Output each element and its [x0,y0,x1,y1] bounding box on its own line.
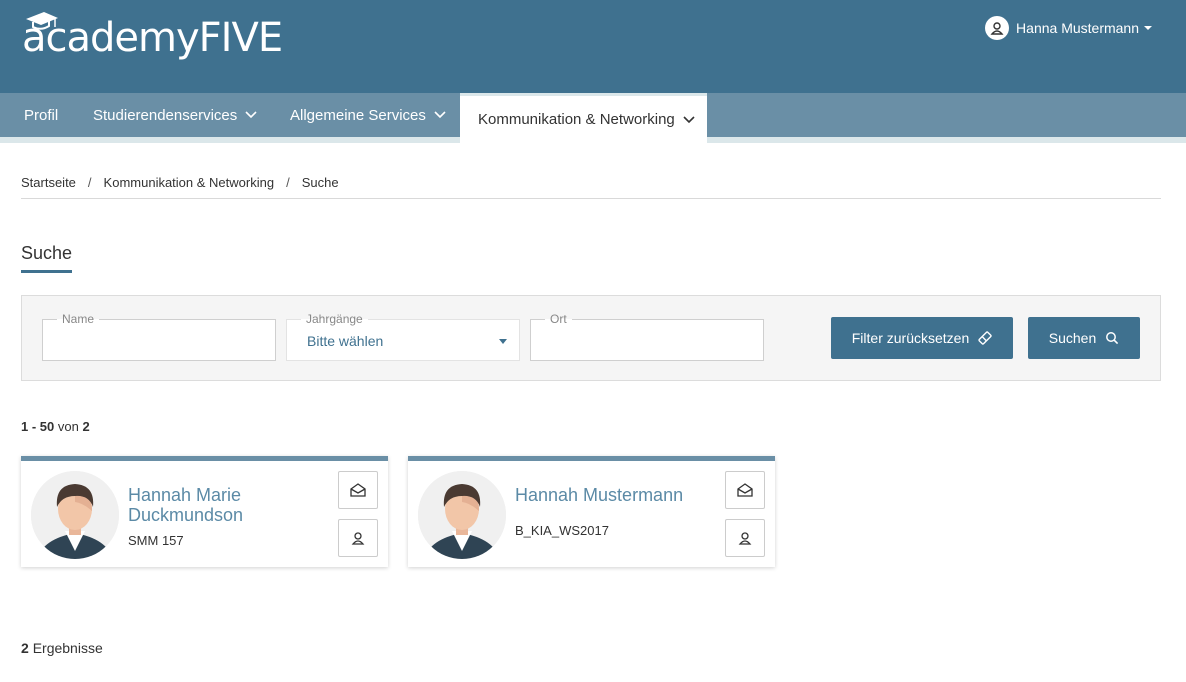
name-field-label: Name [57,312,100,326]
nav-item-label: Studierendenservices [93,106,238,124]
range-value: 1 - 50 [21,419,55,434]
graduation-cap-icon [26,12,58,30]
results-number: 2 [21,640,29,656]
card-name-link[interactable]: Hannah Marie Duckmundson [128,485,338,525]
caret-down-icon [499,339,507,344]
nav-item-label: Profil [24,106,59,124]
card-subtitle: B_KIA_WS2017 [515,523,609,538]
search-icon [1106,332,1119,345]
results-label: Ergebnisse [32,640,103,656]
user-name: Hanna Mustermann [1016,20,1139,36]
ort-field-label: Ort [545,312,572,326]
breadcrumb: Startseite / Kommunikation & Networking … [21,175,339,190]
send-message-button[interactable] [725,471,765,509]
person-avatar-icon [31,471,119,559]
ort-field[interactable]: Ort [530,312,764,361]
chevron-down-icon [434,111,446,119]
card-name-link[interactable]: Hannah Mustermann [515,485,725,505]
nav-item-kommunikation-networking[interactable]: Kommunikation & Networking [460,93,707,143]
chevron-down-icon [683,115,695,123]
ort-input[interactable] [531,320,763,360]
nav-item-studierendenservices[interactable]: Studierendenservices [93,93,257,137]
breadcrumb-divider [21,198,1161,199]
breadcrumb-item-kommunikation[interactable]: Kommunikation & Networking [104,175,275,190]
user-icon [985,16,1010,40]
nav-item-label: Kommunikation & Networking [478,111,675,128]
profile-card: Hannah Marie Duckmundson SMM 157 [21,456,388,567]
logo-text: academyFIVE [22,15,283,61]
search-button-label: Suchen [1048,330,1097,346]
person-avatar-icon [418,471,506,559]
name-input[interactable] [43,320,275,360]
avatar[interactable] [418,471,506,559]
eraser-icon [978,331,992,345]
envelope-open-icon [350,483,366,497]
profile-card: Hannah Mustermann B_KIA_WS2017 [408,456,775,567]
user-icon [738,532,752,545]
nav-item-label: Allgemeine Services [290,106,426,124]
title-underline [21,270,72,273]
card-subtitle: SMM 157 [128,533,184,548]
breadcrumb-item-suche: Suche [301,175,339,190]
range-of-word: von [57,419,79,434]
filter-panel: Name Jahrgänge Bitte wählen Ort Filter z… [21,295,1161,381]
pagination-range: 1 - 50 von 2 [21,419,90,434]
breadcrumb-item-startseite[interactable]: Startseite [21,175,76,190]
logo[interactable]: academyFIVE [22,12,283,64]
user-menu[interactable]: Hanna Mustermann [985,16,1152,40]
breadcrumb-separator: / [286,175,290,190]
nav-item-allgemeine-services[interactable]: Allgemeine Services [290,93,446,137]
results-count: 2 Ergebnisse [21,640,103,656]
chevron-down-icon [245,111,257,119]
jahrgaenge-select[interactable]: Jahrgänge Bitte wählen [286,312,520,361]
reset-filter-label: Filter zurücksetzen [851,330,970,346]
range-total: 2 [82,419,90,434]
search-button[interactable]: Suchen [1028,317,1140,359]
name-field[interactable]: Name [42,312,276,361]
breadcrumb-separator: / [87,175,92,190]
send-message-button[interactable] [338,471,378,509]
jahrgaenge-selected-value: Bitte wählen [307,333,384,349]
caret-down-icon [1144,26,1152,30]
nav-item-profil[interactable]: Profil [24,93,58,137]
avatar[interactable] [31,471,119,559]
page-title: Suche [21,243,73,263]
reset-filter-button[interactable]: Filter zurücksetzen [831,317,1013,359]
view-profile-button[interactable] [338,519,378,557]
jahrgaenge-label: Jahrgänge [301,312,368,326]
view-profile-button[interactable] [725,519,765,557]
envelope-open-icon [737,483,753,497]
user-icon [351,532,365,545]
